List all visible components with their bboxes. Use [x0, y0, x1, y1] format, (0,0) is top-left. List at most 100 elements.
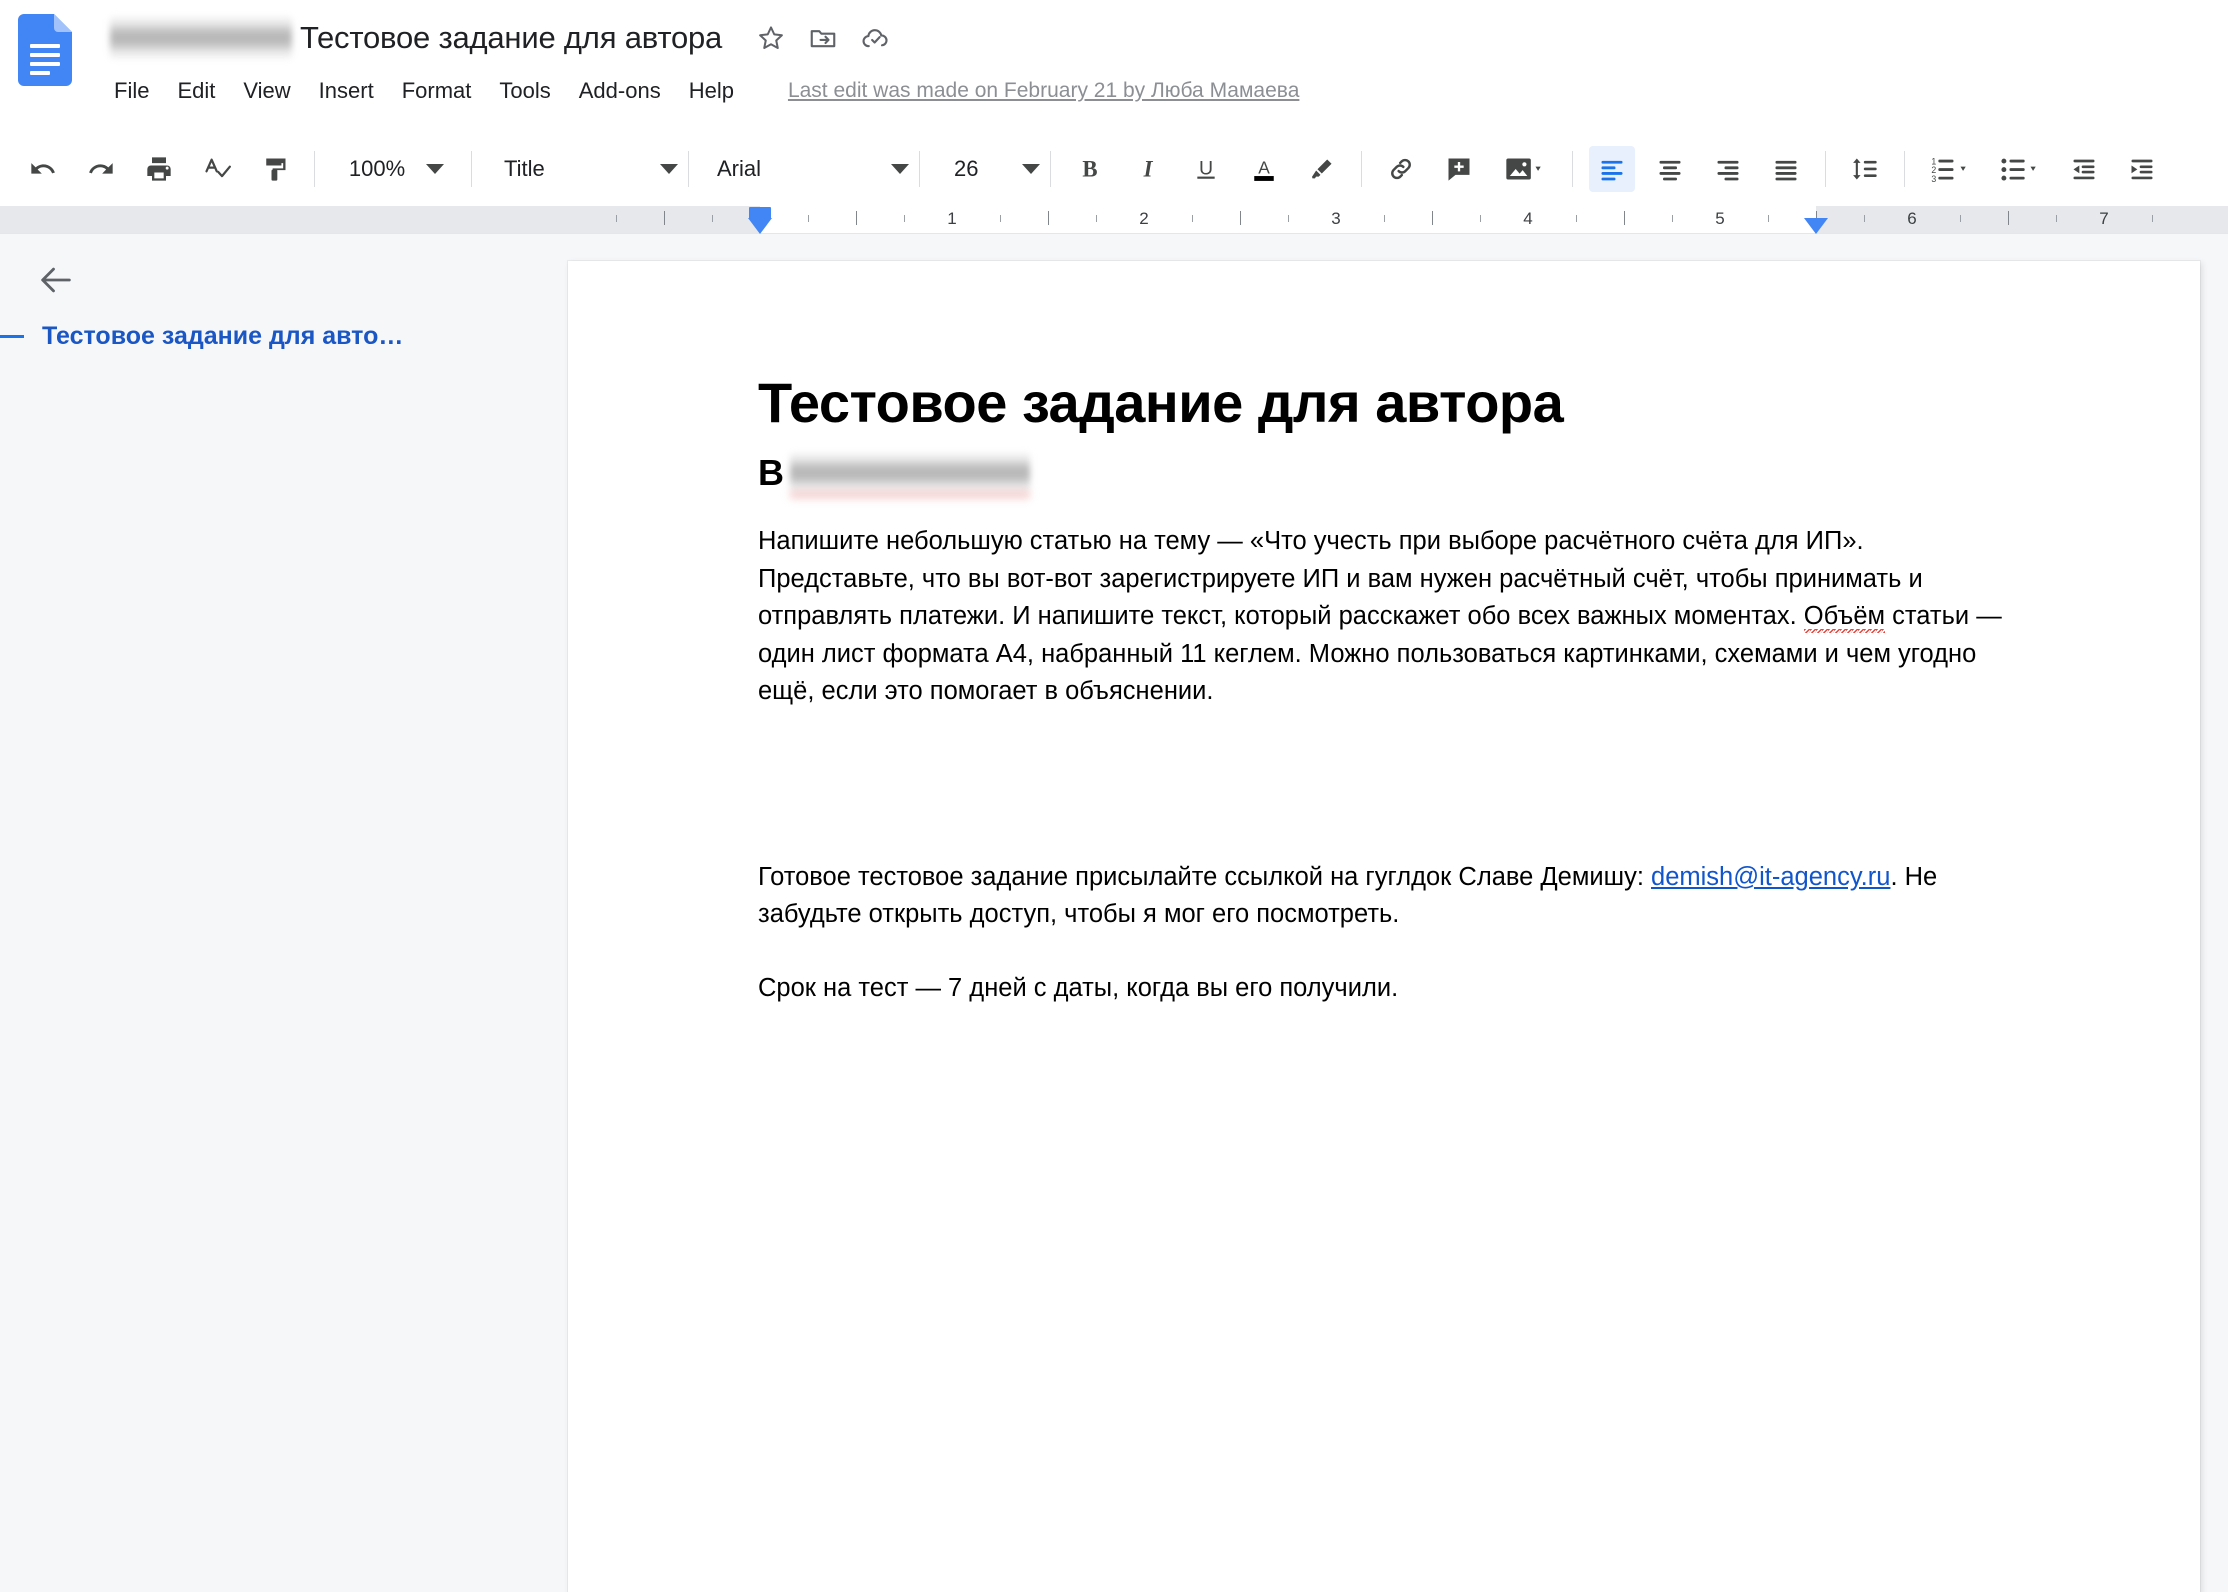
- decrease-indent-icon[interactable]: [2061, 146, 2107, 192]
- zoom-selector[interactable]: 100%: [325, 146, 461, 192]
- outline-item-heading[interactable]: Тестовое задание для авто…: [0, 322, 530, 351]
- add-comment-icon[interactable]: [1436, 146, 1482, 192]
- align-left-icon[interactable]: [1589, 146, 1635, 192]
- cloud-saved-icon[interactable]: [860, 23, 890, 53]
- app-header: Тестовое задание для автора File Edit Vi…: [0, 0, 2228, 132]
- zoom-value: 100%: [348, 156, 406, 181]
- print-icon[interactable]: [136, 146, 182, 192]
- toolbar-separator: [1904, 151, 1905, 187]
- paragraph-style-selector[interactable]: Title: [482, 146, 678, 192]
- document-ruler[interactable]: 11234567: [0, 206, 2228, 234]
- document-outline-panel: Тестовое задание для авто…: [0, 234, 568, 1592]
- svg-text:3: 3: [1931, 174, 1936, 183]
- paragraph-submission: Готовое тестовое задание присылайте ссыл…: [758, 859, 2008, 934]
- menu-item-help[interactable]: Help: [675, 74, 748, 108]
- star-icon[interactable]: [756, 23, 786, 53]
- paragraph-text-part1: Напишите небольшую статью на тему — «Что…: [758, 527, 1923, 631]
- outline-item-label: Тестовое задание для авто…: [42, 322, 404, 350]
- italic-button[interactable]: I: [1125, 146, 1171, 192]
- font-family-selector[interactable]: Arial: [699, 146, 909, 192]
- formatting-toolbar: 100% Title Arial 26 B I U A 1 2 3: [0, 132, 2228, 206]
- menu-item-file[interactable]: File: [106, 74, 163, 108]
- google-docs-icon[interactable]: [18, 14, 72, 86]
- ruler-tick: [904, 215, 905, 222]
- ruler-number: 1: [947, 209, 957, 228]
- last-edit-status[interactable]: Last edit was made on February 21 by Люб…: [788, 79, 1299, 103]
- align-justify-icon[interactable]: [1763, 146, 1809, 192]
- menu-item-insert[interactable]: Insert: [305, 74, 388, 108]
- subtitle-highlight-underline: [790, 490, 1030, 500]
- right-indent-marker[interactable]: [1804, 218, 1828, 234]
- submission-text-before-link: Готовое тестовое задание присылайте ссыл…: [758, 862, 1652, 891]
- toolbar-separator: [1361, 151, 1362, 187]
- numbered-list-icon[interactable]: 1 2 3: [1921, 146, 1979, 192]
- email-link[interactable]: demish@it-agency.ru: [1651, 863, 1890, 891]
- paint-format-icon[interactable]: [252, 146, 298, 192]
- outline-bullet-dash: [0, 335, 24, 338]
- ruler-tick: [1768, 215, 1769, 222]
- undo-icon[interactable]: [20, 146, 66, 192]
- align-center-icon[interactable]: [1647, 146, 1693, 192]
- ruler-number: 5: [1715, 209, 1725, 228]
- svg-text:A: A: [1258, 157, 1270, 177]
- menu-item-format[interactable]: Format: [388, 74, 486, 108]
- paragraph-style-value: Title: [504, 156, 545, 181]
- align-right-icon[interactable]: [1705, 146, 1751, 192]
- ruler-tick: [1384, 215, 1385, 222]
- ruler-number: 3: [1331, 209, 1341, 228]
- redacted-subtitle: [790, 453, 1030, 500]
- move-to-folder-icon[interactable]: [808, 23, 838, 53]
- insert-link-icon[interactable]: [1378, 146, 1424, 192]
- toolbar-separator: [314, 151, 315, 187]
- back-arrow-icon[interactable]: [32, 256, 80, 304]
- menu-item-tools[interactable]: Tools: [485, 74, 564, 108]
- spellcheck-icon[interactable]: [194, 146, 240, 192]
- empty-paragraph-gap: [758, 711, 2008, 859]
- ruler-number: 7: [2099, 209, 2109, 228]
- ruler-tick: [1096, 215, 1097, 222]
- chevron-down-icon: [1022, 164, 1040, 174]
- subtitle-prefix: В: [758, 452, 784, 494]
- svg-text:I: I: [1143, 157, 1154, 182]
- menu-item-edit[interactable]: Edit: [163, 74, 229, 108]
- document-heading: Тестовое задание для автора: [758, 371, 1564, 434]
- ruler-tick: [1672, 215, 1673, 222]
- highlight-icon[interactable]: [1299, 146, 1345, 192]
- line-spacing-icon[interactable]: [1842, 146, 1888, 192]
- underline-button[interactable]: U: [1183, 146, 1229, 192]
- menu-item-add-ons[interactable]: Add-ons: [565, 74, 675, 108]
- ruler-tick: [1624, 211, 1625, 225]
- toolbar-separator: [1050, 151, 1051, 187]
- document-title[interactable]: Тестовое задание для автора: [300, 20, 722, 56]
- font-size-selector[interactable]: 26: [930, 146, 1040, 192]
- ruler-tick: [808, 215, 809, 222]
- ruler-tick: [1192, 215, 1193, 222]
- paragraph-task-description: Напишите небольшую статью на тему — «Что…: [758, 523, 2008, 710]
- ruler-tick: [1048, 211, 1049, 225]
- bulleted-list-icon[interactable]: [1991, 146, 2049, 192]
- misspelled-word[interactable]: Объём: [1803, 602, 1886, 634]
- text-color-button[interactable]: A: [1241, 146, 1287, 192]
- ruler-tick: [856, 211, 857, 225]
- document-subtitle: В: [758, 439, 2008, 500]
- ruler-tick: [1288, 215, 1289, 222]
- redo-icon[interactable]: [78, 146, 124, 192]
- menu-bar: File Edit View Insert Format Tools Add-o…: [106, 74, 1299, 108]
- ruler-tick: [1000, 215, 1001, 222]
- ruler-tick: [616, 215, 617, 222]
- increase-indent-icon[interactable]: [2119, 146, 2165, 192]
- ruler-tick: [2008, 211, 2009, 225]
- insert-image-icon[interactable]: [1494, 146, 1556, 192]
- toolbar-separator: [1825, 151, 1826, 187]
- ruler-tick: [1960, 215, 1961, 222]
- first-line-indent-marker[interactable]: [748, 218, 772, 234]
- document-page[interactable]: Тестовое задание для автора В Напишите н…: [568, 261, 2200, 1592]
- menu-item-view[interactable]: View: [229, 74, 304, 108]
- redacted-title-prefix: [110, 17, 292, 59]
- title-action-icons: [734, 23, 890, 53]
- document-content[interactable]: Тестовое задание для автора В Напишите н…: [758, 371, 2008, 1007]
- ruler-number: 2: [1139, 209, 1149, 228]
- ruler-number: 6: [1907, 209, 1917, 228]
- bold-button[interactable]: B: [1067, 146, 1113, 192]
- chevron-down-icon: [891, 164, 909, 174]
